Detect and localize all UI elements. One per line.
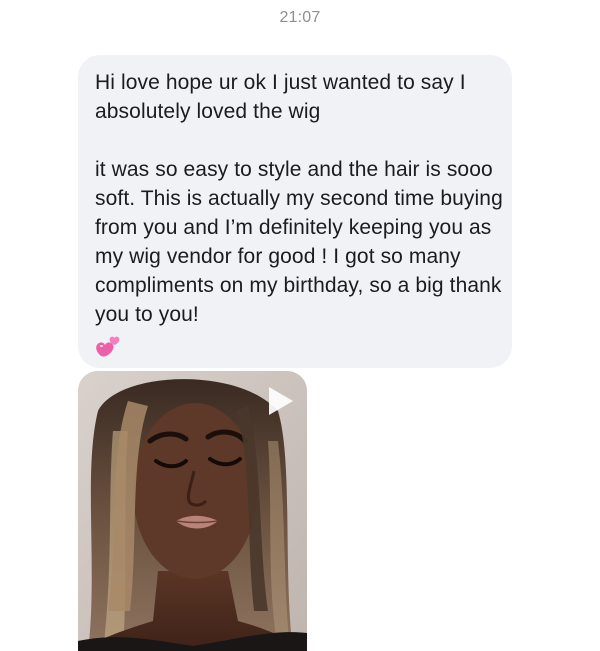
play-icon[interactable] (265, 385, 295, 417)
message-text-body: it was so easy to style and the hair is … (95, 158, 503, 326)
message-timestamp: 21:07 (279, 9, 321, 26)
two-hearts-emoji-icon (96, 336, 120, 357)
video-attachment[interactable] (78, 371, 307, 651)
message-text-line1: Hi love hope ur ok I just wanted to say … (95, 71, 466, 123)
message-bubble[interactable]: Hi love hope ur ok I just wanted to say … (78, 55, 512, 368)
